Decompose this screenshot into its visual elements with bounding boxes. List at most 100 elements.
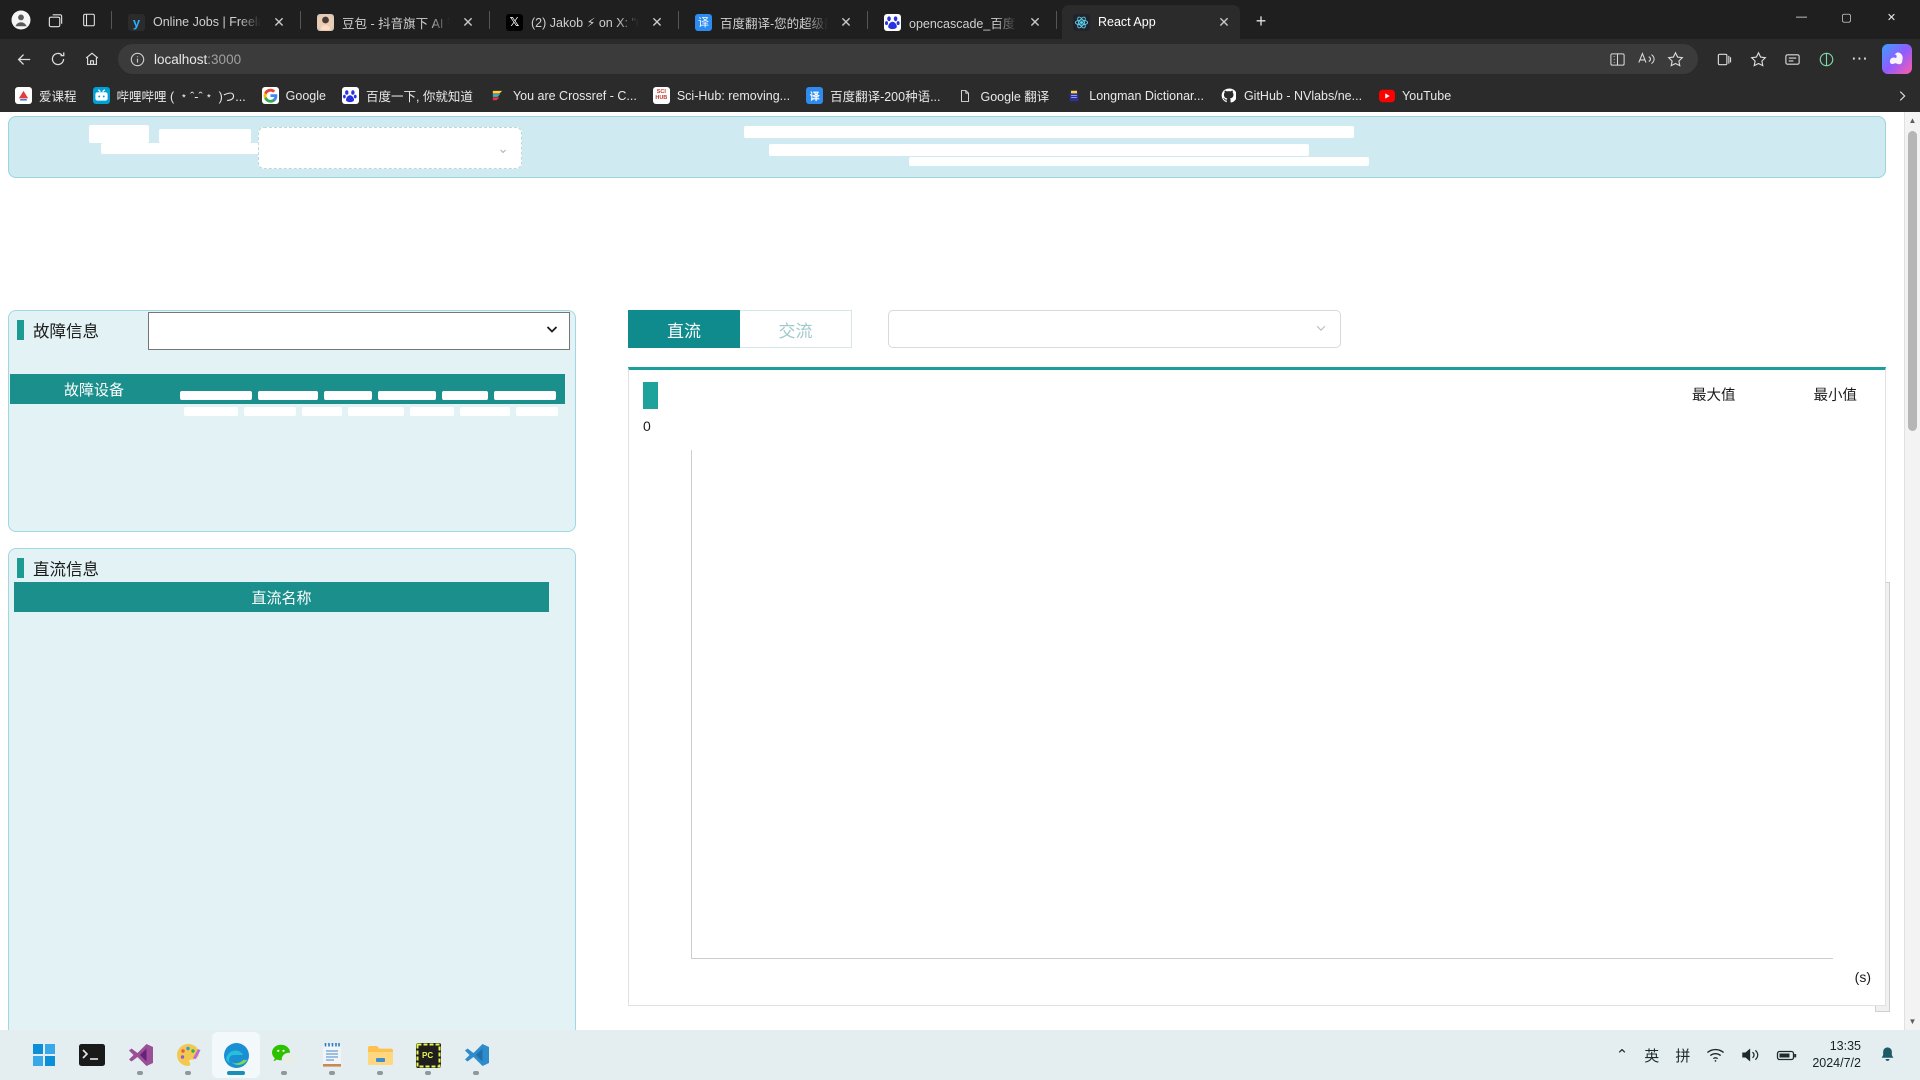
collections-icon[interactable]: [1708, 43, 1740, 75]
bookmark-item-2[interactable]: Google: [255, 83, 333, 108]
visual-studio-app[interactable]: [116, 1032, 164, 1078]
battery-icon[interactable]: [1768, 1033, 1806, 1077]
tab-dc[interactable]: 直流: [628, 310, 740, 348]
running-indicator: [473, 1071, 479, 1075]
read-aloud-icon[interactable]: [1633, 47, 1659, 71]
tab-close-icon[interactable]: ✕: [458, 12, 478, 32]
bookmark-label: GitHub - NVlabs/ne...: [1243, 88, 1363, 103]
page-scrollbar[interactable]: ▲ ▼: [1904, 112, 1920, 1030]
browser-tab-0[interactable]: y Online Jobs | Freelance E ✕: [117, 5, 295, 39]
split-screen-icon[interactable]: [1810, 43, 1842, 75]
site-info-icon[interactable]: [130, 52, 145, 67]
bookmark-item-4[interactable]: You are Crossref - C...: [482, 83, 644, 108]
settings-and-more-icon[interactable]: ⋯: [1844, 43, 1876, 75]
tab-close-icon[interactable]: ✕: [647, 12, 667, 32]
web-app-viewport: ⌄ 故障信息 故障设备 直流信息 直流名称 直流 交流 最大值 最小值 0 (s…: [0, 112, 1904, 1030]
youtube-icon: [1378, 87, 1396, 104]
start-button[interactable]: [20, 1032, 68, 1078]
bookmarks-bar: 爱课程 哔哩哔哩 ( ﹡ˆ-ˆ﹡ )つ... Google 百度一下, 你就知道…: [0, 79, 1920, 112]
page-scroll-thumb[interactable]: [1908, 131, 1917, 431]
waveform-chart[interactable]: 最大值 最小值 0 (s): [628, 367, 1886, 1006]
ime-language-indicator[interactable]: 英: [1636, 1033, 1667, 1077]
browser-tab-2[interactable]: 𝕏 (2) Jakob ⚡ on X: "6 hou ✕: [495, 5, 673, 39]
copilot-icon[interactable]: [1882, 44, 1912, 74]
bookmark-item-8[interactable]: Longman Dictionar...: [1058, 83, 1211, 108]
app-header-select[interactable]: ⌄: [258, 127, 522, 169]
taskbar-apps: PC: [20, 1032, 500, 1078]
workspaces-icon[interactable]: [38, 4, 72, 36]
pycharm-app[interactable]: PC: [404, 1032, 452, 1078]
maximize-button[interactable]: ▢: [1824, 0, 1869, 34]
file-explorer-app[interactable]: [356, 1032, 404, 1078]
bookmark-label: YouTube: [1402, 88, 1452, 103]
bookmark-item-3[interactable]: 百度一下, 你就知道: [335, 82, 480, 109]
dc-table-header-name: 直流名称: [251, 589, 312, 607]
browser-tab-1[interactable]: 豆包 - 抖音旗下 AI 智能助 ✕: [306, 5, 484, 39]
tab-ac[interactable]: 交流: [740, 310, 852, 348]
microsoft-edge-app[interactable]: [212, 1032, 260, 1078]
bookmark-label: 爱课程: [39, 90, 77, 104]
new-tab-button[interactable]: +: [1246, 6, 1276, 36]
tab-strip: y Online Jobs | Freelance E ✕ 豆包 - 抖音旗下 …: [0, 0, 1920, 39]
vscode-app[interactable]: [452, 1032, 500, 1078]
browser-tab-4[interactable]: opencascade_百度搜索 ✕: [873, 5, 1051, 39]
browser-essentials-tray-icon[interactable]: [1776, 43, 1808, 75]
page-scroll-up-arrow-icon[interactable]: ▲: [1905, 112, 1920, 129]
tab-close-icon[interactable]: ✕: [836, 12, 856, 32]
add-favorite-icon[interactable]: [1662, 47, 1688, 71]
notification-bell-icon[interactable]: [1871, 1033, 1904, 1077]
bookmark-item-6[interactable]: 译 百度翻译-200种语...: [799, 82, 947, 109]
baidu-fanyi-icon: 译: [695, 13, 712, 31]
address-bar[interactable]: localhost:3000: [118, 44, 1698, 74]
minimize-button[interactable]: —: [1779, 0, 1824, 34]
favorites-icon[interactable]: [1742, 43, 1774, 75]
scihub-icon: SCI HUB: [652, 87, 670, 104]
browser-essentials-icon[interactable]: [1604, 47, 1630, 71]
refresh-icon[interactable]: [42, 43, 74, 75]
taskbar-clock[interactable]: 13:35 2024/7/2: [1806, 1038, 1871, 1072]
bookmark-label: Google: [285, 88, 326, 103]
bookmarks-overflow-button[interactable]: [1888, 83, 1916, 109]
document-icon: [956, 87, 974, 104]
bookmark-item-9[interactable]: GitHub - NVlabs/ne...: [1213, 83, 1369, 108]
paint-app[interactable]: [164, 1032, 212, 1078]
bookmark-item-5[interactable]: SCI HUB Sci-Hub: removing...: [646, 83, 797, 108]
browser-tab-5[interactable]: React App ✕: [1062, 5, 1240, 39]
wifi-icon[interactable]: [1698, 1033, 1733, 1077]
dc-info-panel: 直流信息: [8, 548, 576, 1030]
close-button[interactable]: ✕: [1869, 0, 1914, 34]
browser-tab-3[interactable]: 译 百度翻译-您的超级翻译伙 ✕: [684, 5, 862, 39]
baidu-fanyi-icon: 译: [806, 87, 824, 104]
tab-close-icon[interactable]: ✕: [269, 12, 289, 32]
tab-title: 百度翻译-您的超级翻译伙: [720, 16, 828, 31]
notepad-app[interactable]: [308, 1032, 356, 1078]
x-twitter-icon: 𝕏: [506, 13, 523, 31]
profile-avatar-icon[interactable]: [4, 4, 38, 36]
chart-plot-area[interactable]: [691, 450, 1833, 959]
tab-close-icon[interactable]: ✕: [1025, 12, 1045, 32]
baidu-icon: [341, 87, 359, 104]
running-indicator: [425, 1071, 431, 1075]
windows-taskbar: PC ⌃ 英 拼 13:35 2024/7/2: [0, 1030, 1920, 1080]
terminal-app[interactable]: [68, 1032, 116, 1078]
fault-device-select[interactable]: [148, 312, 570, 350]
home-icon[interactable]: [76, 43, 108, 75]
chart-min-label: 最小值: [1813, 388, 1858, 404]
chart-statistics: 最大值 最小值: [1692, 384, 1861, 405]
page-scroll-down-arrow-icon[interactable]: ▼: [1905, 1013, 1920, 1030]
ime-mode-indicator[interactable]: 拼: [1667, 1033, 1698, 1077]
wechat-app[interactable]: [260, 1032, 308, 1078]
tab-close-icon[interactable]: ✕: [1214, 12, 1234, 32]
bookmark-item-1[interactable]: 哔哩哔哩 ( ﹡ˆ-ˆ﹡ )つ...: [86, 82, 253, 109]
back-arrow-icon[interactable]: [8, 43, 40, 75]
bookmark-item-7[interactable]: Google 翻译: [950, 82, 1057, 109]
system-tray: ⌃ 英 拼 13:35 2024/7/2: [1608, 1033, 1912, 1077]
dc-info-title: 直流信息: [9, 549, 575, 586]
bookmark-item-0[interactable]: 爱课程: [8, 82, 84, 109]
tab-actions-icon[interactable]: [72, 4, 106, 36]
measurement-select[interactable]: [888, 310, 1341, 348]
bookmark-label: Longman Dictionar...: [1089, 88, 1204, 103]
volume-icon[interactable]: [1733, 1033, 1768, 1077]
bookmark-item-10[interactable]: YouTube: [1371, 83, 1458, 108]
tray-overflow-chevron-icon[interactable]: ⌃: [1608, 1033, 1637, 1077]
